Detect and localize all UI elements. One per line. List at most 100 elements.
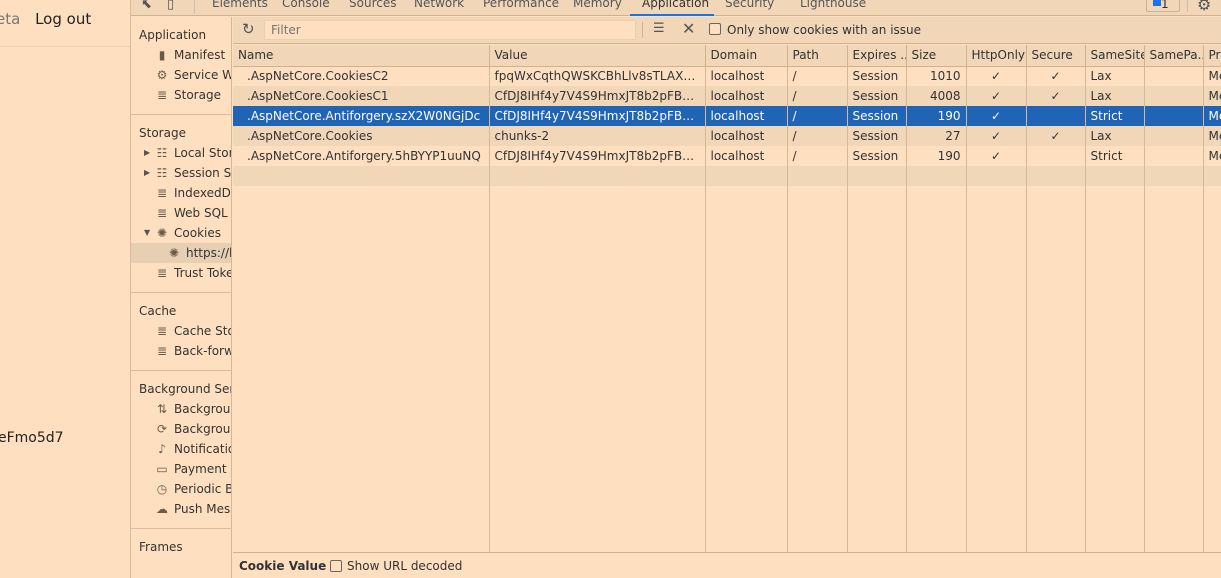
clear-all-cookies-icon[interactable]: ✕ — [682, 19, 695, 38]
logout-link[interactable]: Log out — [35, 10, 91, 28]
sidebar-item-background-fetch[interactable]: ⇅ Background Fetch — [131, 399, 231, 419]
column-header-name[interactable]: Name — [233, 45, 490, 67]
toolbar-separator — [1187, 0, 1188, 12]
refresh-icon[interactable]: ↻ — [242, 20, 255, 38]
filter-input[interactable] — [264, 20, 636, 40]
cell-empty — [705, 166, 788, 186]
cell-empty — [787, 166, 848, 186]
tab-sources[interactable]: Sources — [349, 0, 396, 10]
table-row[interactable]: .AspNetCore.Antiforgery.5hBYYP1uuNQ CfDJ8… — [233, 146, 1221, 166]
gear-icon[interactable]: ⚙ — [1197, 0, 1211, 14]
sidebar-section-application: Application ▮ Manifest ⚙ Service Workers ≣… — [131, 25, 231, 105]
cell-samesite: Strict — [1085, 146, 1145, 166]
sidebar-item-back-forward-cache[interactable]: ≣ Back-forward Cache — [131, 341, 231, 361]
column-header-samesite[interactable]: SameSite — [1085, 45, 1145, 67]
column-header-sameparty[interactable]: SamePa... — [1144, 45, 1204, 67]
nav-link-partial[interactable]: eta — [0, 10, 20, 28]
inspect-element-icon[interactable]: ⬉ — [141, 0, 152, 12]
table-header-row: Name Value Domain Path Expires ... Size … — [233, 45, 1221, 67]
show-url-decoded-checkbox[interactable] — [330, 560, 342, 572]
cell-domain: localhost — [705, 106, 788, 126]
column-header-httponly[interactable]: HttpOnly — [966, 45, 1027, 67]
only-issues-label: Only show cookies with an issue — [727, 23, 922, 37]
tab-network[interactable]: Network — [414, 0, 464, 10]
tab-lighthouse[interactable]: Lighthouse — [800, 0, 866, 10]
table-row[interactable]: .AspNetCore.CookiesC1 CfDJ8IHf4y7V4S9HmxJ… — [233, 86, 1221, 106]
issues-button[interactable]: 1 — [1146, 0, 1180, 12]
clear-filtered-cookies-icon[interactable]: ☰ — [653, 21, 665, 36]
sidebar-item-trust-tokens[interactable]: ≣ Trust Tokens — [131, 263, 231, 283]
cell-value: CfDJ8IHf4y7V4S9HmxJT8b2pFB02KU... — [489, 86, 706, 106]
tab-elements[interactable]: Elements — [212, 0, 268, 10]
cell-empty — [489, 166, 706, 186]
expand-arrow-icon[interactable]: ▶ — [144, 143, 150, 163]
cell-path: / — [787, 126, 848, 146]
cell-secure: ✓ — [1026, 66, 1086, 86]
arrows-updown-icon: ⇅ — [156, 402, 168, 416]
cell-expires: Session — [847, 106, 907, 126]
cell-size: 190 — [906, 146, 967, 166]
collapse-arrow-icon[interactable]: ▼ — [144, 223, 150, 243]
column-header-expires[interactable]: Expires ... — [847, 45, 907, 67]
sidebar-item-cache-storage[interactable]: ≣ Cache Storage — [131, 321, 231, 341]
cell-empty — [966, 166, 1027, 186]
cell-value: fpqWxCqthQWSKCBhLlv8sTLAXMqSJ... — [489, 66, 706, 86]
sidebar-item-cookies[interactable]: ▼ ✺ Cookies — [131, 223, 231, 243]
cell-sameparty — [1144, 86, 1204, 106]
sidebar-item-notifications[interactable]: ♪ Notifications — [131, 439, 231, 459]
sidebar-section-cache: Cache ≣ Cache Storage ≣ Back-forward Cache — [131, 301, 231, 361]
cell-filler — [847, 186, 907, 552]
cell-priority: Me — [1203, 86, 1221, 106]
sidebar-section-background-services: Background Services ⇅ Background Fetch ⟳ B… — [131, 379, 231, 519]
sync-icon: ⟳ — [156, 422, 168, 436]
tab-application[interactable]: Application — [642, 0, 709, 10]
sidebar-item-manifest[interactable]: ▮ Manifest — [131, 45, 231, 65]
cookie-value-label: Cookie Value — [239, 559, 327, 573]
cell-sameparty — [1144, 126, 1204, 146]
sidebar-item-service-workers[interactable]: ⚙ Service Workers — [131, 65, 231, 85]
expand-arrow-icon[interactable]: ▶ — [144, 163, 150, 183]
table-row[interactable]: .AspNetCore.CookiesC2 fpqWxCqthQWSKCBhLlv… — [233, 66, 1221, 86]
sidebar-item-label: Background Fetch — [174, 402, 231, 416]
sidebar-divider — [131, 114, 231, 115]
grid-icon: ☷ — [156, 146, 168, 160]
column-header-secure[interactable]: Secure — [1026, 45, 1086, 67]
column-header-path[interactable]: Path — [787, 45, 848, 67]
tab-console[interactable]: Console — [282, 0, 330, 10]
table-row[interactable]: .AspNetCore.Antiforgery.szX2W0NGjDc CfDJ8… — [233, 106, 1221, 126]
only-issues-checkbox[interactable] — [709, 23, 721, 35]
column-header-value[interactable]: Value — [489, 45, 706, 67]
sidebar-item-indexeddb[interactable]: ≣ IndexedDB — [131, 183, 231, 203]
column-header-domain[interactable]: Domain — [705, 45, 788, 67]
sidebar-item-label: Background Sync — [174, 422, 231, 436]
column-header-size[interactable]: Size — [906, 45, 967, 67]
sidebar-item-web-sql[interactable]: ≣ Web SQL — [131, 203, 231, 223]
sidebar-item-storage[interactable]: ≣ Storage — [131, 85, 231, 105]
database-icon: ≣ — [156, 88, 168, 102]
cell-filler — [1144, 186, 1204, 552]
sidebar-item-push-messaging[interactable]: ☁ Push Messaging — [131, 499, 231, 519]
cookie-icon: ✺ — [156, 226, 168, 240]
toolbar-separator — [642, 22, 643, 38]
sidebar-item-payment-handler[interactable]: ▭ Payment Handler — [131, 459, 231, 479]
tab-memory[interactable]: Memory — [573, 0, 622, 10]
table-row-empty[interactable] — [233, 166, 1221, 186]
tab-security[interactable]: Security — [725, 0, 774, 10]
cell-domain: localhost — [705, 126, 788, 146]
cell-size: 1010 — [906, 66, 967, 86]
cell-httponly: ✓ — [966, 106, 1027, 126]
column-header-priority[interactable]: Pr — [1203, 45, 1221, 67]
tab-performance[interactable]: Performance — [483, 0, 559, 10]
sidebar-item-periodic-background-sync[interactable]: ◷ Periodic Background Sync — [131, 479, 231, 499]
sidebar-item-session-storage[interactable]: ▶ ☷ Session Storage — [131, 163, 231, 183]
cell-httponly: ✓ — [966, 66, 1027, 86]
sidebar-item-label: Cache Storage — [174, 324, 231, 338]
sidebar-item-background-sync[interactable]: ⟳ Background Sync — [131, 419, 231, 439]
cell-value: chunks-2 — [489, 126, 706, 146]
cell-sameparty — [1144, 106, 1204, 126]
table-row[interactable]: .AspNetCore.Cookies chunks-2 localhost / Ses… — [233, 126, 1221, 146]
sidebar-item-cookies-localhost[interactable]: ✺ https://localhost — [131, 243, 231, 263]
cell-path: / — [787, 106, 848, 126]
device-toolbar-icon[interactable]: ▯ — [167, 0, 174, 12]
sidebar-item-local-storage[interactable]: ▶ ☷ Local Storage — [131, 143, 231, 163]
